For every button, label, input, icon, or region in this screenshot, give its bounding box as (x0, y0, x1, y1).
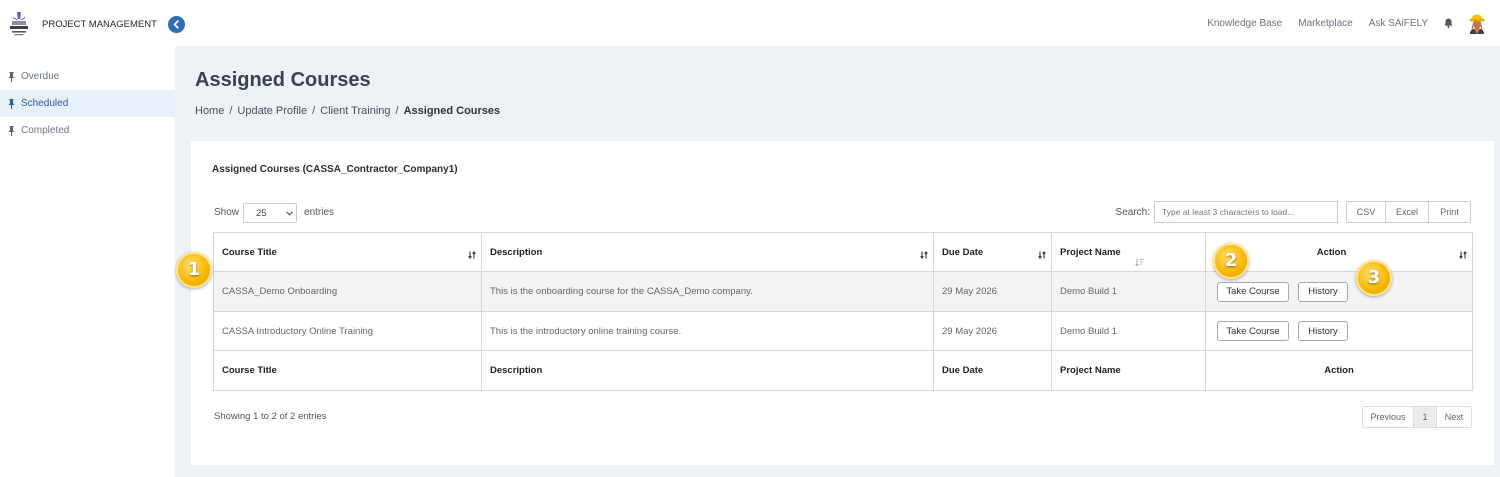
csv-button[interactable]: CSV (1346, 201, 1386, 223)
sidebar-item-label: Overdue (21, 71, 60, 82)
cell-course-title: CASSA_Demo Onboarding (213, 271, 482, 312)
step-marker-number: 2 (1224, 250, 1238, 271)
sidebar-item-label: Completed (21, 125, 70, 136)
ask-saifely-link[interactable]: Ask SAiFELY (1369, 18, 1428, 29)
sort-both-icon (468, 251, 476, 259)
sidebar: Overdue Scheduled Completed (0, 46, 175, 477)
sort-asc-icon (1135, 258, 1144, 267)
pagination-next-button[interactable]: Next (1436, 406, 1472, 428)
table-info: Showing 1 to 2 of 2 entries (214, 411, 327, 422)
sidebar-collapse-button[interactable] (168, 16, 185, 33)
cell-description: This is the introductory online training… (481, 311, 934, 351)
sort-both-icon (1459, 251, 1467, 259)
breadcrumb-separator: / (312, 105, 316, 117)
table-header-row: Course Title Description Due Date Projec… (213, 232, 1473, 272)
entries-label: entries (304, 207, 335, 218)
footer-course-title: Course Title (213, 350, 482, 391)
card-title: Assigned Courses (CASSA_Contractor_Compa… (212, 164, 458, 175)
pin-icon (8, 98, 15, 109)
pagination-previous-button[interactable]: Previous (1362, 406, 1414, 428)
step-marker-2: 2 (1213, 243, 1249, 279)
footer-due-date: Due Date (933, 350, 1052, 391)
pagination-page-button[interactable]: 1 (1413, 406, 1437, 428)
history-button[interactable]: History (1298, 281, 1348, 302)
cell-course-title: CASSA Introductory Online Training (213, 311, 482, 351)
avatar[interactable] (1468, 10, 1486, 34)
breadcrumb-current: Assigned Courses (403, 105, 501, 117)
sidebar-item-overdue[interactable]: Overdue (0, 63, 175, 90)
step-marker-number: 1 (187, 259, 201, 280)
cell-actions: Take Course History (1205, 271, 1473, 312)
column-header-label: Project Name (1060, 246, 1121, 258)
column-header-label: Action (1316, 246, 1347, 258)
take-course-button[interactable]: Take Course (1217, 281, 1289, 302)
sidebar-item-scheduled[interactable]: Scheduled (0, 90, 175, 117)
print-button[interactable]: Print (1428, 201, 1471, 223)
search-control: Search: (1116, 201, 1338, 223)
step-marker-3: 3 (1356, 260, 1392, 296)
step-marker-number: 3 (1367, 267, 1381, 288)
entries-select[interactable]: 25 (243, 202, 298, 223)
pin-icon (8, 71, 15, 82)
marketplace-link[interactable]: Marketplace (1298, 18, 1352, 29)
bell-icon[interactable] (1444, 18, 1453, 28)
table-row: CASSA_Demo Onboarding This is the onboar… (213, 271, 1473, 312)
page-title: Assigned Courses (195, 69, 371, 91)
search-label: Search: (1115, 206, 1150, 218)
pagination: Previous 1 Next (1362, 406, 1472, 428)
pin-icon (8, 125, 15, 136)
assigned-courses-card: Assigned Courses (CASSA_Contractor_Compa… (191, 141, 1494, 465)
search-input[interactable] (1154, 201, 1338, 223)
column-header-due-date[interactable]: Due Date (933, 232, 1052, 272)
cell-due-date: 29 May 2026 (933, 271, 1052, 312)
entries-length-control: Show 25 entries (214, 202, 334, 223)
top-nav: Knowledge Base Marketplace Ask SAiFELY (1207, 0, 1486, 46)
column-header-description[interactable]: Description (481, 232, 934, 272)
column-header-course-title[interactable]: Course Title (213, 232, 482, 272)
footer-description: Description (481, 350, 934, 391)
top-header: PROJECT MANAGEMENT Knowledge Base Market… (0, 0, 1500, 46)
app-title: PROJECT MANAGEMENT (42, 19, 157, 30)
company-logo-icon[interactable] (8, 11, 30, 37)
breadcrumb-separator: / (229, 105, 233, 117)
step-marker-1: 1 (176, 252, 212, 288)
cell-project-name: Demo Build 1 (1051, 271, 1206, 312)
knowledge-base-link[interactable]: Knowledge Base (1207, 18, 1282, 29)
sort-both-icon (920, 251, 928, 259)
assigned-courses-table: Course Title Description Due Date Projec… (213, 232, 1473, 391)
breadcrumb-client-training[interactable]: Client Training (320, 104, 390, 118)
chevron-down-icon (286, 210, 293, 216)
take-course-button[interactable]: Take Course (1217, 321, 1289, 341)
export-button-group: CSV Excel Print (1346, 201, 1471, 223)
sort-both-icon (1038, 251, 1046, 259)
history-button[interactable]: History (1298, 321, 1348, 341)
user-hardhat-icon (1469, 14, 1485, 34)
footer-action: Action (1205, 350, 1473, 391)
cell-due-date: 29 May 2026 (933, 311, 1052, 351)
footer-project-name: Project Name (1051, 350, 1206, 391)
sidebar-item-label: Scheduled (21, 98, 69, 109)
column-header-project-name[interactable]: Project Name (1051, 232, 1206, 272)
cell-project-name: Demo Build 1 (1051, 311, 1206, 351)
table-row: CASSA Introductory Online Training This … (213, 311, 1473, 351)
cell-actions: Take Course History (1205, 311, 1473, 351)
chevron-left-icon (168, 16, 185, 33)
sidebar-item-completed[interactable]: Completed (0, 117, 175, 144)
show-label: Show (214, 207, 240, 218)
column-header-label: Due Date (942, 246, 984, 258)
column-header-label: Course Title (222, 246, 277, 258)
entries-select-value: 25 (256, 207, 267, 219)
cell-description: This is the onboarding course for the CA… (481, 271, 934, 312)
breadcrumb-separator: / (395, 105, 399, 117)
breadcrumb: Home / Update Profile / Client Training … (195, 104, 500, 118)
breadcrumb-home[interactable]: Home (195, 104, 224, 118)
excel-button[interactable]: Excel (1385, 201, 1429, 223)
column-header-label: Description (490, 246, 543, 258)
breadcrumb-update-profile[interactable]: Update Profile (237, 104, 307, 118)
table-footer-row: Course Title Description Due Date Projec… (213, 350, 1473, 391)
